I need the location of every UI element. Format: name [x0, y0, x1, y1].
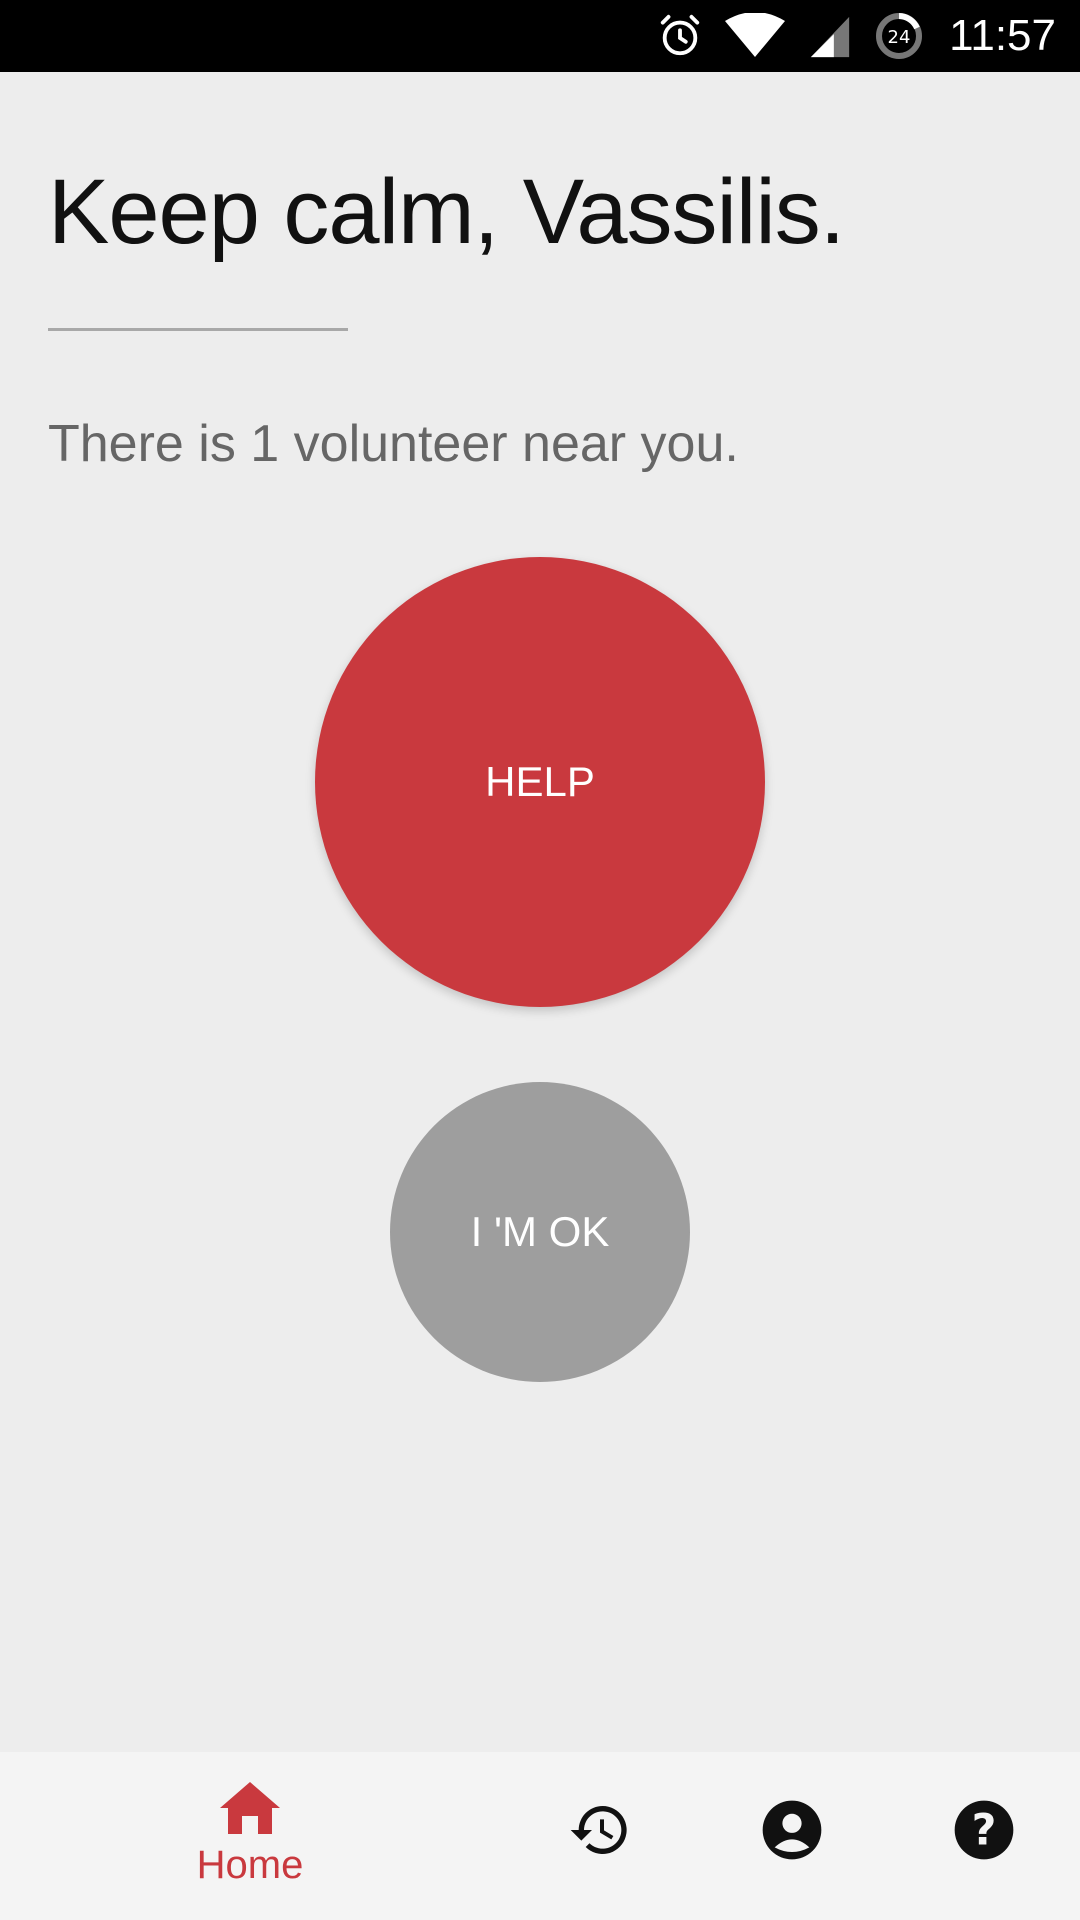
- alarm-icon: [657, 13, 703, 59]
- help-circle-icon: ?: [952, 1798, 1016, 1867]
- nav-item-history[interactable]: [560, 1792, 640, 1872]
- battery-saver-icon: 24: [875, 12, 923, 60]
- bottom-navigation: Home ?: [0, 1752, 1080, 1920]
- divider: [48, 328, 348, 331]
- history-icon: [568, 1798, 632, 1867]
- svg-text:24: 24: [888, 27, 911, 48]
- cell-signal-icon: [807, 13, 853, 59]
- nav-item-home[interactable]: Home: [180, 1780, 320, 1888]
- nav-label-home: Home: [196, 1843, 304, 1887]
- home-icon: [218, 1780, 282, 1841]
- svg-text:?: ?: [972, 1805, 997, 1855]
- status-bar: 24 11:57: [0, 0, 1080, 72]
- home-screen: 24 11:57 Keep calm, Vassilis. There is 1…: [0, 0, 1080, 1920]
- volunteer-count-text: There is 1 volunteer near you.: [48, 415, 739, 473]
- nav-item-profile[interactable]: [752, 1792, 832, 1872]
- im-ok-button[interactable]: I 'M OK: [390, 1082, 690, 1382]
- page-title: Keep calm, Vassilis.: [48, 161, 845, 263]
- account-icon: [760, 1798, 824, 1867]
- wifi-icon: [725, 13, 786, 59]
- nav-item-help[interactable]: ?: [944, 1792, 1024, 1872]
- status-time: 11:57: [949, 11, 1056, 60]
- help-button[interactable]: HELP: [315, 557, 765, 1007]
